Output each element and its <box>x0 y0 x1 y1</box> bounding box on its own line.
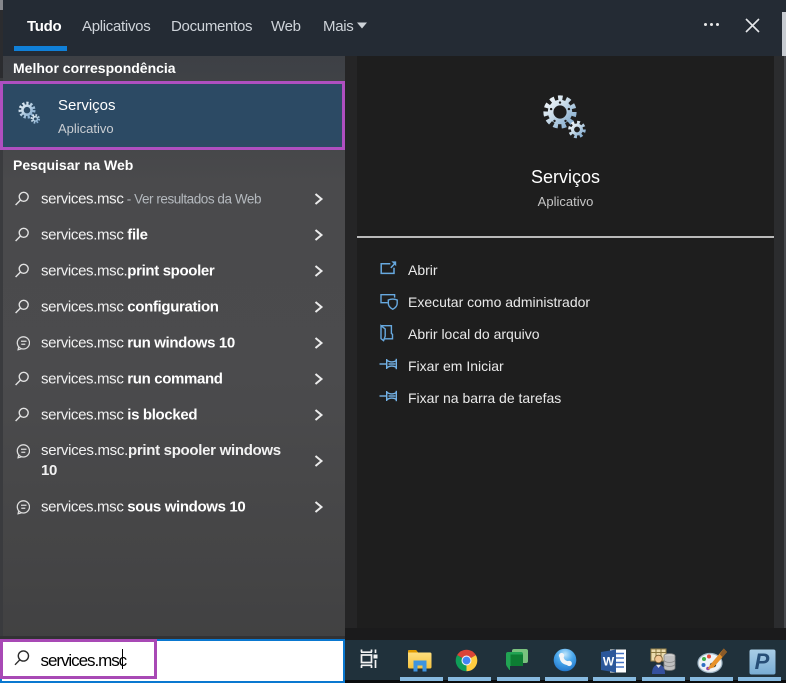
svg-text:W: W <box>603 655 615 669</box>
svg-text:P: P <box>755 649 770 674</box>
